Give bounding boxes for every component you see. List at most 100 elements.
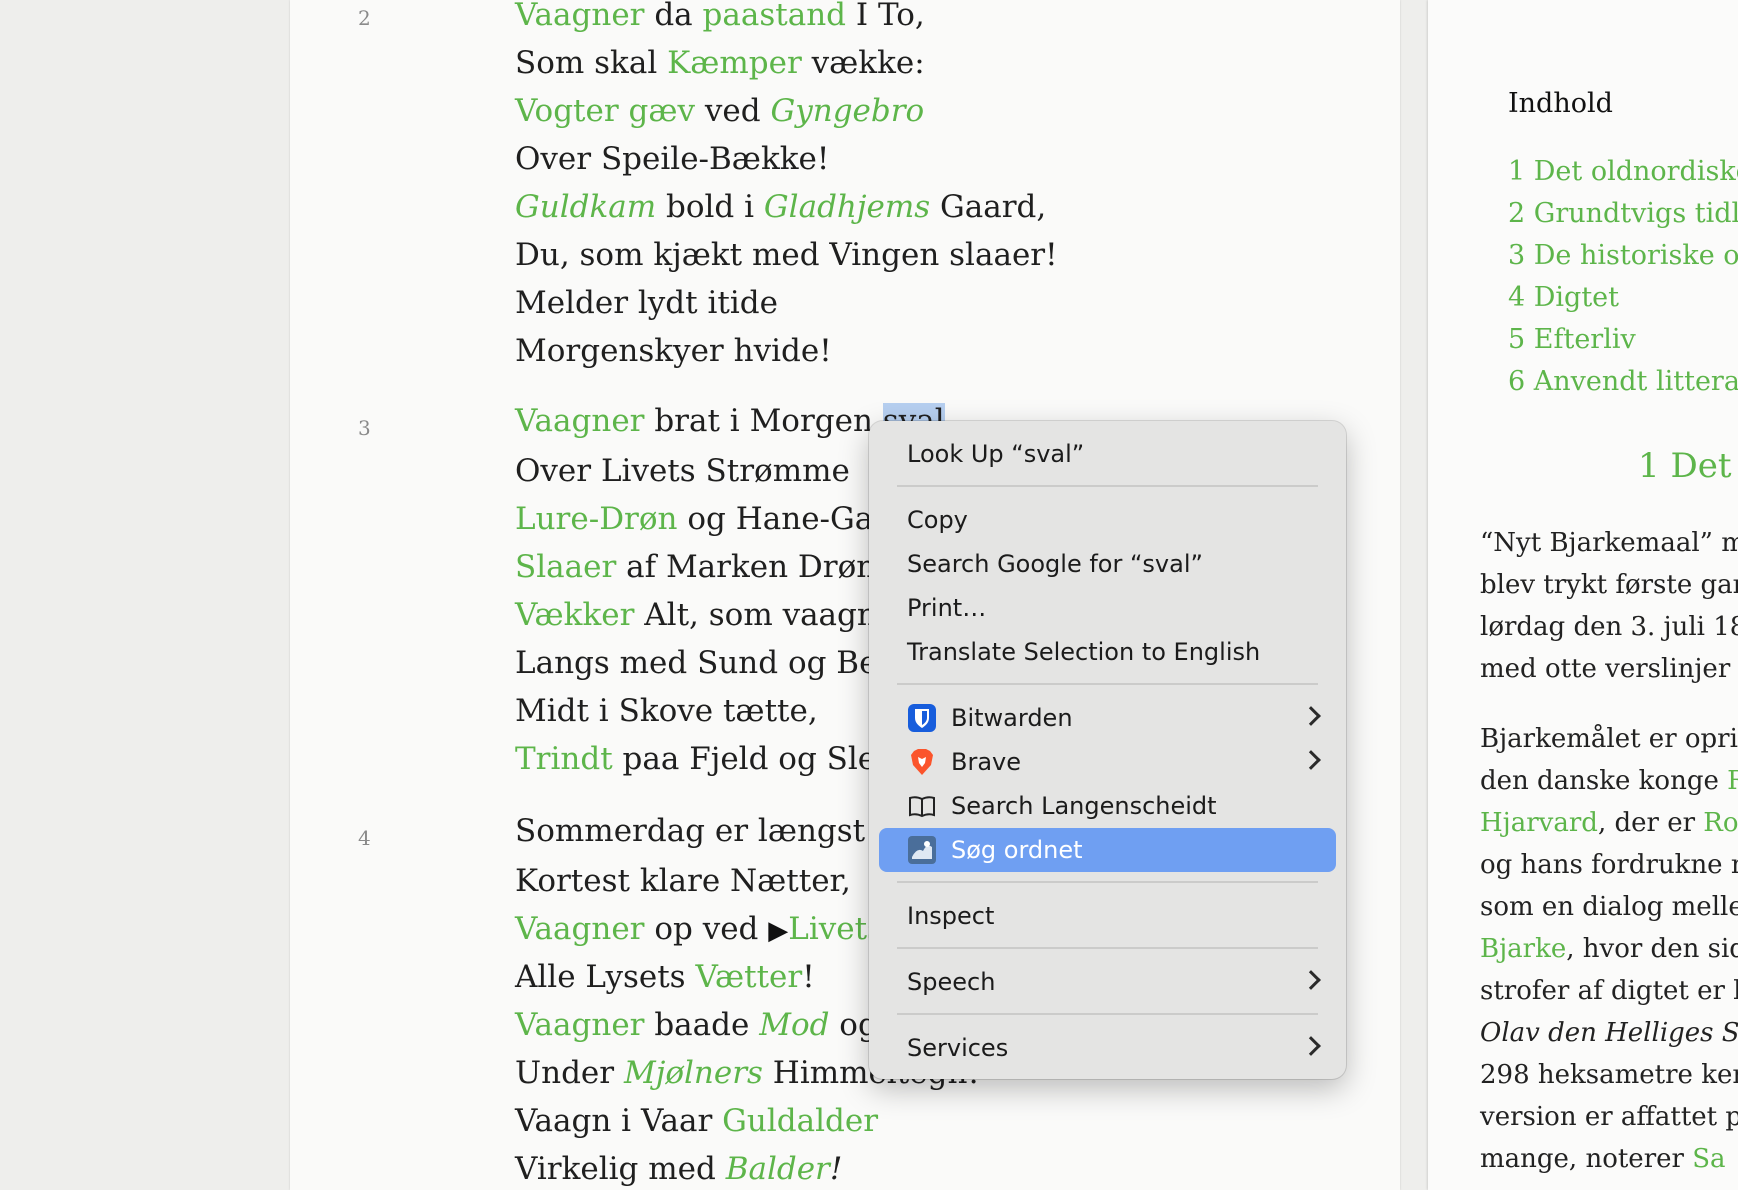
menu-separator: [897, 881, 1318, 883]
poem-link[interactable]: Gyngebro: [770, 93, 924, 129]
toc-title: Indhold: [1508, 88, 1613, 119]
poem-link[interactable]: Lure-Drøn: [515, 501, 678, 537]
menu-item-look-up[interactable]: Look Up “sval”: [879, 432, 1336, 476]
menu-item-brave[interactable]: Brave: [879, 740, 1336, 784]
poem-line: Lure-Drøn og Hane-Gal!: [515, 501, 896, 537]
poem-link[interactable]: paastand: [703, 0, 846, 33]
poem-link[interactable]: Vækker: [515, 597, 634, 633]
paragraph-line: mange, noterer Sa: [1480, 1144, 1726, 1174]
section-heading: 1 Det o: [1638, 446, 1738, 486]
poem-line: Sommerdag er længst i N: [515, 816, 922, 847]
verse-number: 3: [358, 416, 371, 440]
paragraph-line: Bjarke, hvor den sid: [1480, 934, 1738, 964]
chevron-right-icon: [1301, 750, 1321, 770]
paragraph-line: version er affattet på: [1480, 1102, 1738, 1132]
poem-link[interactable]: Mjølners: [624, 1055, 763, 1091]
text-link[interactable]: Sa: [1692, 1144, 1725, 1174]
toc-item[interactable]: 6 Anvendt litteratu: [1508, 366, 1738, 397]
poem-line: Vaagner baade Mod og M: [515, 1010, 919, 1041]
toc-item[interactable]: 5 Efterliv: [1508, 324, 1636, 355]
poem-link[interactable]: Vaagner: [515, 403, 644, 439]
menu-item-translate[interactable]: Translate Selection to English: [879, 630, 1336, 674]
menu-item-sog-ordnet[interactable]: Søg ordnet: [879, 828, 1336, 872]
poem-link[interactable]: Vætter: [695, 959, 802, 995]
paragraph-line: Bjarkemålet er oprin: [1480, 724, 1738, 754]
poem-line: Langs med Sund og Belt o: [515, 645, 929, 681]
chevron-right-icon: [1301, 970, 1321, 990]
menu-item-langenscheidt[interactable]: Search Langenscheidt: [879, 784, 1336, 828]
poem-link[interactable]: Guldkam: [515, 189, 656, 225]
paragraph-line: Hjarvard, der er Rolf: [1480, 808, 1738, 838]
bitwarden-icon: [908, 704, 936, 732]
paragraph-line: som en dialog melle: [1480, 892, 1738, 922]
poem-line: Trindt paa Fjeld og Slette: [515, 741, 920, 777]
poem-line: Vogter gæv ved Gyngebro: [515, 93, 925, 129]
poem-link[interactable]: Slaaer: [515, 549, 616, 585]
paragraph-line: og hans fordrukne m: [1480, 850, 1738, 880]
text-link[interactable]: Hjarvard: [1480, 808, 1598, 838]
poem-line: Du, som kjækt med Vingen slaaer!: [515, 237, 1058, 273]
book-icon: [909, 796, 935, 818]
paragraph-line: strofer af digtet er b: [1480, 976, 1738, 1006]
poem-line: Over Speile-Bække!: [515, 141, 830, 177]
poem-line: Kortest klare Nætter,: [515, 863, 851, 899]
poem-link[interactable]: Trindt: [515, 741, 613, 777]
menu-item-copy[interactable]: Copy: [879, 498, 1336, 542]
menu-separator: [897, 485, 1318, 487]
paragraph-line: lørdag den 3. juli 18: [1480, 612, 1738, 642]
poem-line: Alle Lysets Vætter!: [515, 959, 815, 995]
poem-line: Som skal Kæmper vække:: [515, 45, 925, 81]
paragraph-line: blev trykt første gang: [1480, 570, 1738, 600]
menu-item-print[interactable]: Print…: [879, 586, 1336, 630]
verse-number: 2: [358, 6, 371, 30]
text-link[interactable]: Rolf: [1703, 808, 1738, 838]
poem-link[interactable]: Kæmper: [667, 45, 802, 81]
paragraph-line: 298 heksametre ken: [1480, 1060, 1738, 1090]
text-link[interactable]: Bjarke: [1480, 934, 1566, 964]
poem-line: Slaaer af Marken Drømm: [515, 549, 916, 585]
toc-item[interactable]: 3 De historiske om: [1508, 240, 1738, 271]
verse-number: 4: [358, 826, 371, 850]
menu-item-inspect[interactable]: Inspect: [879, 894, 1336, 938]
sidebar: Indhold 1 Det oldnordiske B 2 Grundtvigs…: [1428, 0, 1738, 1190]
poem-link[interactable]: Vaagner: [515, 911, 644, 947]
menu-item-speech[interactable]: Speech: [879, 960, 1336, 1004]
text-link[interactable]: R: [1727, 766, 1738, 796]
poem-line: Midt i Skove tætte,: [515, 693, 818, 729]
poem-line: Guldkam bold i Gladhjems Gaard,: [515, 189, 1047, 225]
poem-link[interactable]: Vaagner: [515, 1007, 644, 1043]
paragraph-line: “Nyt Bjarkemaal” me: [1480, 528, 1738, 558]
poem-link[interactable]: Vaagner: [515, 0, 644, 33]
poem-line: Vaagner op ved ▶Livets G: [515, 911, 918, 947]
context-menu: Look Up “sval” Copy Search Google for “s…: [869, 421, 1346, 1079]
paragraph-line: Olav den Helliges Sa: [1480, 1018, 1738, 1048]
poem-line: Vaagner da paastand I To,: [515, 0, 925, 31]
poem-line: Morgenskyer hvide!: [515, 333, 832, 369]
poem-line: Virkelig med Balder!: [515, 1151, 843, 1187]
poem-link[interactable]: Mod: [759, 1007, 829, 1043]
menu-item-bitwarden[interactable]: Bitwarden: [879, 696, 1336, 740]
menu-item-services[interactable]: Services: [879, 1026, 1336, 1070]
brave-lion-icon: [911, 749, 933, 775]
paragraph-line: med otte verslinjer og: [1480, 654, 1738, 684]
menu-item-search-google[interactable]: Search Google for “sval”: [879, 542, 1336, 586]
poem-line: Over Livets Strømme: [515, 453, 850, 489]
poem-line: Vaagn i Vaar Guldalder: [515, 1103, 879, 1139]
play-arrow-icon[interactable]: ▶: [768, 916, 788, 946]
poem-link[interactable]: Vogter gæv: [515, 93, 695, 129]
poem-line: Vækker Alt, som vaagne k: [515, 597, 924, 633]
toc-item[interactable]: 1 Det oldnordiske B: [1508, 156, 1738, 187]
chevron-right-icon: [1301, 1036, 1321, 1056]
ordnet-icon: [908, 836, 936, 864]
menu-separator: [897, 683, 1318, 685]
toc-item[interactable]: 4 Digtet: [1508, 282, 1619, 313]
chevron-right-icon: [1301, 706, 1321, 726]
poem-link[interactable]: Gladhjems: [764, 189, 930, 225]
poem-link[interactable]: Guldalder: [722, 1103, 878, 1139]
poem-line: Melder lydt itide: [515, 285, 778, 321]
menu-separator: [897, 947, 1318, 949]
paragraph-line: den danske konge R: [1480, 766, 1738, 796]
toc-item[interactable]: 2 Grundtvigs tidlig: [1508, 198, 1738, 229]
menu-separator: [897, 1013, 1318, 1015]
poem-link[interactable]: Balder: [726, 1151, 830, 1187]
